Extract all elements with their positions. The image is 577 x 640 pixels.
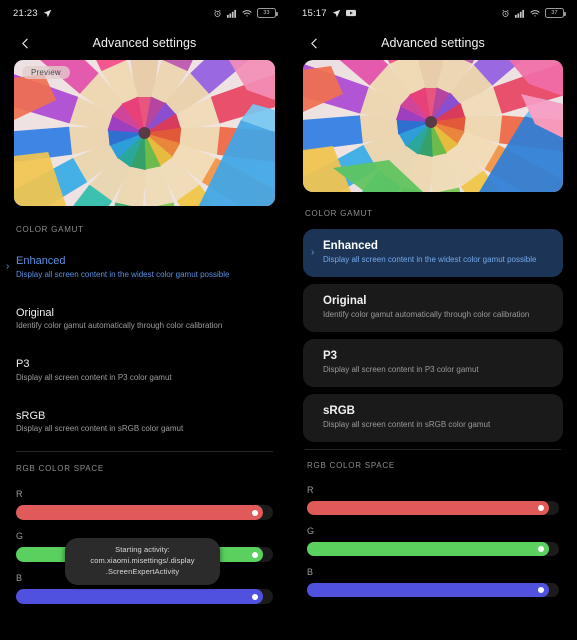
gamut-option-p3[interactable]: P3 Display all screen content in P3 colo… [16,351,273,390]
preview-image [303,60,563,192]
slider-block-r: R [307,485,559,515]
gamut-option-enhanced[interactable]: › Enhanced Display all screen content in… [303,229,563,277]
status-bar-right-group: 33 [213,8,278,18]
section-label-rgb-color-space: RGB COLOR SPACE [307,461,396,470]
battery-icon: 37 [545,8,566,18]
chevron-right-icon: › [311,247,315,258]
gamut-option-title: P3 [16,358,30,370]
status-bar-left: 21:23 33 [0,0,289,26]
color-gamut-list-left: › Enhanced Display all screen content in… [0,248,289,441]
section-label-rgb-color-space: RGB COLOR SPACE [16,464,105,473]
page-title: Advanced settings [92,36,197,50]
location-arrow-icon [332,9,341,18]
slider-block-g: G [307,526,559,556]
signal-icon [515,9,525,18]
slider-label-g: G [307,526,315,536]
toast-message: Starting activity: com.xiaomi.misettings… [65,538,220,585]
colored-pencils-image [14,60,275,206]
section-label-color-gamut: COLOR GAMUT [305,209,373,218]
slider-label-b: B [307,567,314,577]
preview-image: Preview [14,60,275,206]
toast-line-2: .ScreenExpertActivity [105,566,180,576]
slider-fill-r [307,501,549,515]
alarm-icon [213,9,222,18]
gamut-option-srgb[interactable]: sRGB Display all screen content in sRGB … [303,394,563,442]
battery-level: 33 [263,10,270,16]
back-button[interactable] [14,32,36,54]
gamut-option-title: sRGB [323,405,355,417]
gamut-option-desc: Display all screen content in sRGB color… [323,420,491,429]
gamut-option-desc: Display all screen content in P3 color g… [323,365,479,374]
gamut-option-title: P3 [323,350,338,362]
wifi-icon [530,9,540,18]
gamut-option-desc: Identify color gamut automatically throu… [323,310,530,319]
gamut-option-title: Original [16,306,54,319]
screenshot-stage: 21:23 33 Advanced settings Preview COLOR… [0,0,577,640]
status-time: 21:23 [13,7,38,19]
gamut-option-title: Original [323,295,367,307]
slider-b[interactable] [307,583,559,597]
battery-icon: 33 [257,8,278,18]
gamut-option-desc: Display all screen content in the widest… [16,269,230,279]
slider-fill-g [307,542,549,556]
status-time: 15:17 [302,7,327,19]
gamut-option-enhanced[interactable]: › Enhanced Display all screen content in… [6,248,273,287]
preview-badge: Preview [22,66,70,79]
back-icon [19,37,32,50]
slider-thumb-g [252,551,258,558]
gamut-option-original[interactable]: Original Identify color gamut automatica… [303,284,563,332]
preview-container [289,60,577,192]
chevron-right-icon: › [6,261,10,273]
slider-label-r: R [307,485,314,495]
phone-screen-left: 21:23 33 Advanced settings Preview COLOR… [0,0,289,640]
slider-label-r: R [16,489,23,499]
back-icon [308,37,321,50]
status-bar-right: 15:17 37 [289,0,577,26]
wifi-icon [242,9,252,18]
status-bar-left-group: 21:23 [13,8,52,19]
slider-r[interactable] [307,501,559,515]
slider-fill-b [16,589,263,604]
slider-thumb-r [538,505,545,511]
phone-screen-right: 15:17 37 Advanced settings COLOR GAMUT ›… [289,0,577,640]
slider-thumb-r [252,509,258,516]
gamut-option-desc: Display all screen content in P3 color g… [16,372,172,382]
rgb-sliders-right: R G B [289,485,577,597]
video-icon [345,9,356,17]
slider-block-b: B [307,567,559,597]
gamut-option-desc: Display all screen content in the widest… [323,255,537,264]
toast-line-1: Starting activity: com.xiaomi.misettings… [90,545,195,565]
gamut-option-p3[interactable]: P3 Display all screen content in P3 colo… [303,339,563,387]
status-bar-left-group: 15:17 [302,8,356,19]
slider-thumb-b [252,593,258,600]
toolbar-left: Advanced settings [0,26,289,60]
status-bar-right-group: 37 [501,8,566,18]
location-arrow-icon [43,9,52,18]
battery-level: 37 [551,10,558,16]
gamut-option-srgb[interactable]: sRGB Display all screen content in sRGB … [16,403,273,442]
gamut-option-desc: Display all screen content in sRGB color… [16,424,184,433]
section-label-color-gamut: COLOR GAMUT [16,225,84,234]
slider-fill-b [307,583,549,597]
signal-icon [227,9,237,18]
slider-thumb-b [538,587,545,593]
colored-pencils-image [303,60,563,192]
slider-r[interactable] [16,505,273,520]
gamut-option-desc: Identify color gamut automatically throu… [16,321,223,330]
page-title: Advanced settings [381,36,485,50]
gamut-option-title: Enhanced [16,255,66,267]
slider-fill-r [16,505,263,520]
gamut-option-original[interactable]: Original Identify color gamut automatica… [16,300,273,339]
gamut-option-title: Enhanced [323,240,378,252]
gamut-option-title: sRGB [16,409,46,422]
slider-block-r: R [16,489,273,520]
color-gamut-list-right: › Enhanced Display all screen content in… [289,229,577,442]
alarm-icon [501,9,510,18]
preview-container: Preview [0,60,289,206]
toolbar-right: Advanced settings [289,26,577,60]
slider-b[interactable] [16,589,273,604]
slider-thumb-g [538,546,545,552]
slider-g[interactable] [307,542,559,556]
back-button[interactable] [303,32,325,54]
